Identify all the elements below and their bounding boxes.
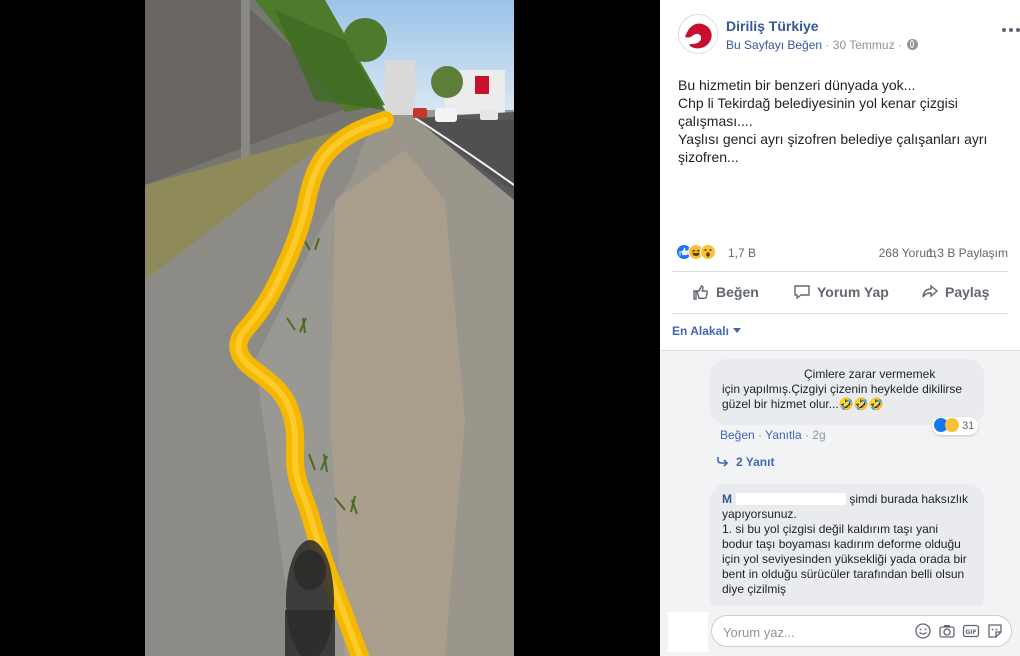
globe-icon [907,39,919,50]
share-button[interactable]: Paylaş [921,272,989,312]
page-logo-icon [680,16,717,53]
post-date[interactable]: 30 Temmuz [833,38,895,52]
comment-like-link[interactable]: Beğen [720,428,755,442]
comment-author[interactable]: M [722,492,732,506]
share-label: Paylaş [945,284,990,300]
comment-sort-dropdown[interactable]: En Alakalı [672,324,741,338]
post-photo[interactable] [145,0,514,656]
road-photo-image [145,0,514,656]
comment-text: 1. si bu yol çizgisi değil kaldırım taşı… [722,522,967,596]
comment-reaction-count: 31 [962,420,975,432]
meta-separator: · [758,428,763,442]
post-header: Diriliş Türkiye Bu Sayfayı Beğen · 30 Te… [678,14,1020,56]
meta-separator: · [825,38,830,52]
comment-composer: GIF [660,606,1020,656]
post-text-line: Chp li Tekirdağ belediyesinin yol kenar … [678,95,958,129]
post-actions: Beğen Yorum Yap Paylaş [672,272,1008,312]
post-stats: 1,7 B 268 Yorum 1,3 B Paylaşım [676,244,1008,264]
post-meta: Bu Sayfayı Beğen · 30 Temmuz · [726,38,919,52]
camera-icon[interactable] [938,622,956,640]
avatar [668,612,708,652]
comments-section: Çimlere zarar vermemek için yapılmış.Çiz… [660,351,1020,606]
comment-input-box[interactable]: GIF [711,615,1012,647]
comment-text: için yapılmış.Çizgiyi çizenin heykelde d… [722,382,963,411]
divider [672,313,1008,314]
replies-label: 2 Yanıt [736,455,775,469]
post-panel: Diriliş Türkiye Bu Sayfayı Beğen · 30 Te… [660,0,1020,656]
chevron-down-icon [732,328,741,333]
comment-label: Yorum Yap [817,284,889,300]
shares-count[interactable]: 1,3 B Paylaşım [927,246,1008,260]
like-label: Beğen [716,284,759,300]
comment-bubble[interactable]: Çimlere zarar vermemek için yapılmış.Çiz… [710,359,984,425]
comment-text-line: Çimlere zarar vermemek [804,367,936,381]
post-text-line: Yaşlısı genci ayrı şizofren belediye çal… [678,131,988,165]
page-avatar[interactable] [678,14,718,54]
comment-meta: Beğen · Yanıtla · 2g [720,428,826,442]
meta-separator-2: · [897,38,902,52]
comment-reaction-badge[interactable]: 31 [932,417,979,435]
comment-reply-link[interactable]: Yanıtla [765,428,801,442]
comment-bubble[interactable]: M şimdi burada haksızlık yapıyorsunuz. 1… [710,484,984,606]
reactions-count[interactable]: 1,7 B [728,246,756,260]
reply-arrow-icon [717,457,729,467]
sort-label: En Alakalı [672,324,729,338]
svg-text:GIF: GIF [965,629,976,636]
post-text-line: Bu hizmetin bir benzeri dünyada yok... [678,77,916,93]
view-replies-link[interactable]: 2 Yanıt [716,455,774,469]
redacted-name [736,493,846,505]
share-icon [922,284,939,298]
meta-separator: · [804,428,809,442]
like-button[interactable]: Beğen [692,272,759,312]
more-options-icon[interactable] [1002,24,1020,36]
comment-time[interactable]: 2g [812,428,825,442]
comment-icon [794,285,810,300]
comment-text-line: M şimdi burada haksızlık yapıyorsunuz. [722,492,972,522]
wow-icon[interactable] [700,244,716,260]
emoji-icon[interactable] [914,622,932,640]
sticker-icon[interactable] [986,622,1004,640]
haha-icon [945,418,959,432]
comment-button[interactable]: Yorum Yap [793,272,889,312]
comment-input[interactable] [721,622,905,642]
photo-viewer [0,0,660,656]
thumbs-up-icon [693,285,708,300]
like-page-link[interactable]: Bu Sayfayı Beğen [726,38,822,52]
gif-icon[interactable]: GIF [962,622,980,640]
page-name[interactable]: Diriliş Türkiye [726,18,819,34]
post-text: Bu hizmetin bir benzeri dünyada yok... C… [678,76,1008,166]
